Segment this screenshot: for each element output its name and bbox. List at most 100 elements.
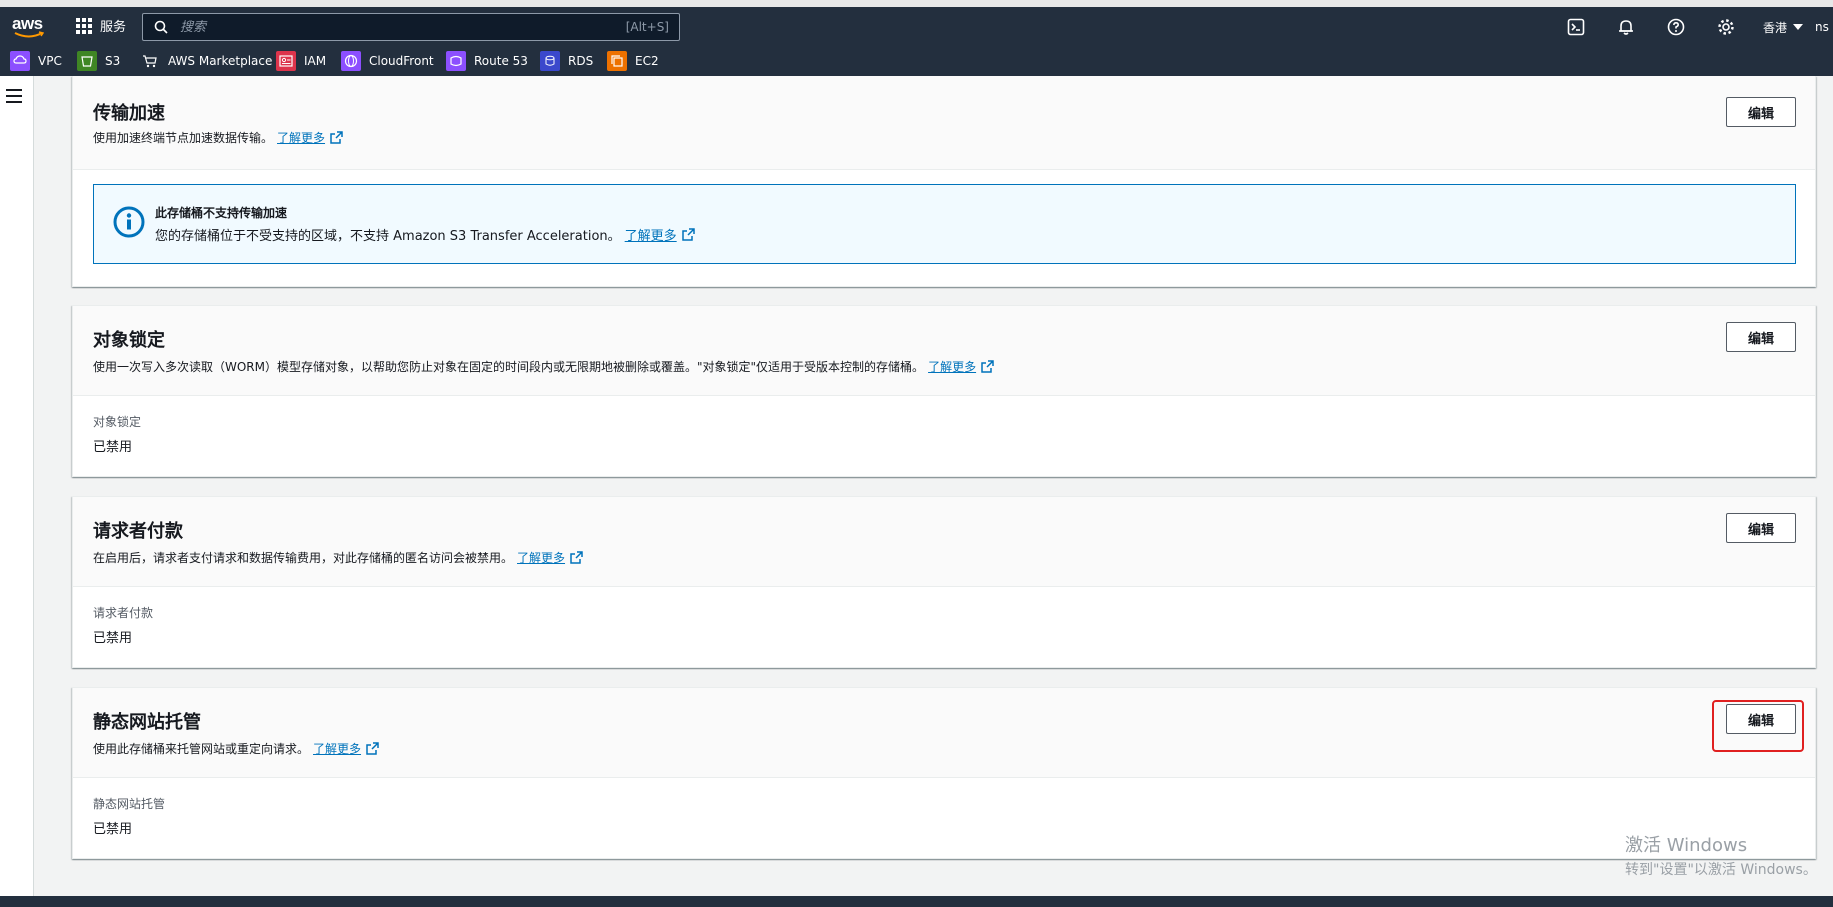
account-label: ns <box>1815 20 1829 34</box>
panel-description-text: 使用加速终端节点加速数据传输。 <box>93 131 274 145</box>
gear-icon <box>1718 19 1734 35</box>
object-lock-status-value: 已禁用 <box>93 440 133 455</box>
panel-description-text: 在启用后，请求者支付请求和数据传输费用，对此存储桶的匿名访问会被禁用。 <box>93 551 514 565</box>
panel-description: 在启用后，请求者支付请求和数据传输费用，对此存储桶的匿名访问会被禁用。 了解更多 <box>93 549 583 566</box>
region-selector[interactable]: 香港 <box>1751 19 1815 36</box>
edit-button-highlight-box <box>1712 700 1804 752</box>
console-footer <box>0 896 1833 907</box>
notifications-button[interactable] <box>1601 13 1651 41</box>
transfer-acceleration-header: 传输加速 使用加速终端节点加速数据传输。 了解更多 编辑 <box>73 76 1815 170</box>
requester-pays-panel: 请求者付款 在启用后，请求者支付请求和数据传输费用，对此存储桶的匿名访问会被禁用… <box>72 496 1816 668</box>
rds-icon <box>540 51 560 71</box>
requester-pays-header: 请求者付款 在启用后，请求者支付请求和数据传输费用，对此存储桶的匿名访问会被禁用… <box>73 497 1815 587</box>
help-button[interactable] <box>1651 13 1701 41</box>
region-label: 香港 <box>1762 20 1787 35</box>
cloudshell-icon <box>1567 18 1585 36</box>
favorite-aws-marketplace[interactable]: AWS Marketplace <box>140 51 272 71</box>
nav-main-row: aws 服务 [Alt+S] <box>0 7 1833 47</box>
services-grid-icon <box>76 17 92 34</box>
favorite-rds[interactable]: RDS <box>540 51 593 71</box>
requester-pays-status-value: 已禁用 <box>93 631 133 646</box>
aws-logo[interactable]: aws <box>12 13 48 41</box>
learn-more-label: 了解更多 <box>928 360 977 374</box>
learn-more-label: 了解更多 <box>624 229 677 244</box>
windows-activation-watermark: 激活 Windows 转到"设置"以激活 Windows。 <box>1625 831 1817 879</box>
favorite-s3[interactable]: S3 <box>77 51 120 71</box>
panel-title: 静态网站托管 <box>93 712 201 733</box>
panel-description-text: 使用一次写入多次读取（WORM）模型存储对象，以帮助您防止对象在固定的时间段内或… <box>93 360 925 374</box>
panel-description: 使用一次写入多次读取（WORM）模型存储对象，以帮助您防止对象在固定的时间段内或… <box>93 358 994 375</box>
learn-more-label: 了解更多 <box>277 131 326 145</box>
external-link-icon <box>681 228 695 241</box>
cloudfront-icon <box>341 51 361 71</box>
static-website-status-value: 已禁用 <box>93 822 133 837</box>
panel-title: 对象锁定 <box>93 330 165 351</box>
favorite-route53-label: Route 53 <box>474 54 528 68</box>
menu-toggle-button[interactable] <box>6 89 22 107</box>
requester-pays-field-label: 请求者付款 <box>93 606 154 620</box>
alert-text: 您的存储桶位于不受支持的区域，不支持 Amazon S3 Transfer Ac… <box>155 225 695 244</box>
favorite-vpc[interactable]: VPC <box>10 51 62 71</box>
edit-transfer-acceleration-button[interactable]: 编辑 <box>1726 97 1796 127</box>
watermark-line2: 转到"设置"以激活 Windows。 <box>1625 862 1817 878</box>
panel-description: 使用加速终端节点加速数据传输。 了解更多 <box>93 129 343 146</box>
bell-icon <box>1619 20 1633 35</box>
settings-button[interactable] <box>1701 13 1751 41</box>
panel-description-text: 使用此存储桶来托管网站或重定向请求。 <box>93 742 310 756</box>
edit-requester-pays-button[interactable]: 编辑 <box>1726 513 1796 543</box>
panel-description: 使用此存储桶来托管网站或重定向请求。 了解更多 <box>93 740 379 757</box>
alert-title: 此存储桶不支持传输加速 <box>155 206 288 220</box>
account-menu[interactable]: ns <box>1815 20 1833 34</box>
cloudshell-button[interactable] <box>1551 13 1601 41</box>
vpc-icon <box>10 51 30 71</box>
route53-icon <box>446 51 466 71</box>
ec2-icon <box>607 51 627 71</box>
favorite-aws-marketplace-label: AWS Marketplace <box>168 54 273 68</box>
search-shortcut-hint: [Alt+S] <box>625 20 669 34</box>
learn-more-link[interactable]: 了解更多 <box>313 740 379 757</box>
alert-body-text: 您的存储桶位于不受支持的区域，不支持 Amazon S3 Transfer Ac… <box>155 229 621 244</box>
static-website-hosting-panel: 静态网站托管 使用此存储桶来托管网站或重定向请求。 了解更多 编辑 静态网站托管… <box>72 687 1816 859</box>
external-link-icon <box>366 742 379 755</box>
iam-id-card-icon <box>276 51 296 71</box>
s3-bucket-icon <box>77 51 97 71</box>
help-circle-icon <box>1667 18 1685 36</box>
object-lock-field-label: 对象锁定 <box>93 415 142 429</box>
favorite-iam[interactable]: IAM <box>276 51 326 71</box>
edit-object-lock-button[interactable]: 编辑 <box>1726 322 1796 352</box>
search-box[interactable]: [Alt+S] <box>142 13 680 41</box>
cart-icon <box>140 51 160 71</box>
favorite-ec2-label: EC2 <box>635 54 659 68</box>
services-menu-button[interactable]: 服务 <box>76 16 126 35</box>
learn-more-link[interactable]: 了解更多 <box>517 549 583 566</box>
favorite-ec2[interactable]: EC2 <box>607 51 659 71</box>
hamburger-icon <box>6 89 22 91</box>
side-navigation-rail <box>0 76 34 896</box>
learn-more-label: 了解更多 <box>313 742 362 756</box>
alert-learn-more-link[interactable]: 了解更多 <box>625 225 695 244</box>
static-website-hosting-header: 静态网站托管 使用此存储桶来托管网站或重定向请求。 了解更多 编辑 <box>73 688 1815 778</box>
favorite-rds-label: RDS <box>568 54 594 68</box>
panel-title: 请求者付款 <box>93 521 183 542</box>
external-link-icon <box>570 551 583 564</box>
favorite-s3-label: S3 <box>105 54 121 68</box>
panel-title: 传输加速 <box>93 103 165 124</box>
external-link-icon <box>330 131 343 144</box>
object-lock-header: 对象锁定 使用一次写入多次读取（WORM）模型存储对象，以帮助您防止对象在固定的… <box>73 306 1815 396</box>
unsupported-info-alert: 此存储桶不支持传输加速 您的存储桶位于不受支持的区域，不支持 Amazon S3… <box>93 184 1796 264</box>
nav-utilities: 香港 ns <box>1551 13 1833 41</box>
learn-more-link[interactable]: 了解更多 <box>928 358 994 375</box>
learn-more-link[interactable]: 了解更多 <box>277 129 343 146</box>
search-input[interactable] <box>178 18 626 36</box>
caret-down-icon <box>1793 24 1803 30</box>
object-lock-panel: 对象锁定 使用一次写入多次读取（WORM）模型存储对象，以帮助您防止对象在固定的… <box>72 305 1816 477</box>
services-label: 服务 <box>100 20 127 35</box>
favorites-bar: VPC S3 AWS Marketplace IAM CloudFront Ro… <box>0 48 1833 76</box>
favorite-route53[interactable]: Route 53 <box>446 51 528 71</box>
transfer-acceleration-panel: 传输加速 使用加速终端节点加速数据传输。 了解更多 编辑 此存储桶不支持传输加速… <box>72 76 1816 287</box>
favorite-cloudfront[interactable]: CloudFront <box>341 51 434 71</box>
info-icon <box>113 206 145 238</box>
learn-more-label: 了解更多 <box>517 551 566 565</box>
favorite-vpc-label: VPC <box>38 54 62 68</box>
favorite-cloudfront-label: CloudFront <box>369 54 434 68</box>
